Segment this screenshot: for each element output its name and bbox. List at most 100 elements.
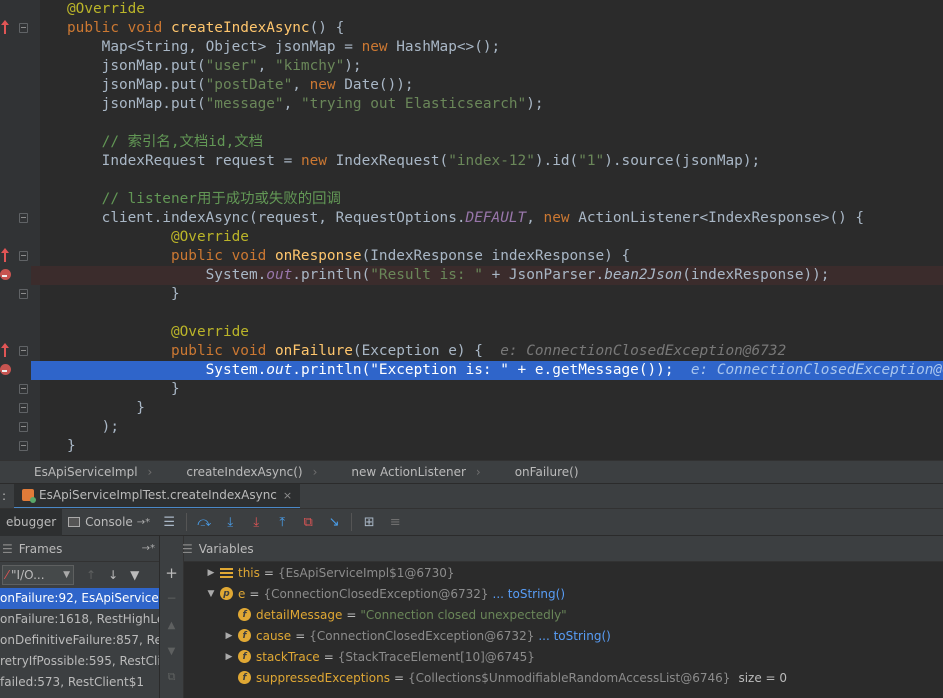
variable-row[interactable]: f detailMessage = "Connection closed unexpe… — [184, 604, 943, 625]
copy-icon[interactable]: ⧉ — [160, 664, 183, 690]
code-line[interactable]: jsonMap.put("user", "kimchy"); — [31, 57, 943, 76]
breadcrumb-current-method[interactable]: onFailure() — [481, 465, 589, 479]
variable-row[interactable]: ▶ this = {EsApiServiceImpl$1@6730} — [184, 562, 943, 583]
run-to-cursor-icon[interactable]: ↘ — [321, 509, 347, 536]
code-line[interactable]: ); — [31, 418, 943, 437]
code-line[interactable]: jsonMap.put("message", "trying out Elast… — [31, 95, 943, 114]
code-line[interactable]: public void onResponse(IndexResponse ind… — [31, 247, 943, 266]
frame-item[interactable]: retryIfPossible:595, RestClie — [0, 651, 159, 672]
close-icon[interactable]: × — [283, 489, 292, 502]
equals-sign: = — [249, 586, 260, 601]
code-line[interactable]: IndexRequest request = new IndexRequest(… — [31, 152, 943, 171]
fold-icon[interactable] — [19, 346, 28, 356]
code-token: + JsonParser. — [482, 267, 605, 283]
variable-row[interactable]: f suppressedExceptions = {Collections$Unmod… — [184, 667, 943, 688]
variable-name: e — [238, 586, 246, 601]
breadcrumb-anonymous-class[interactable]: new ActionListener — [317, 465, 475, 479]
code-line[interactable] — [31, 114, 943, 133]
remove-watch-icon[interactable]: − — [160, 584, 183, 612]
code-token: DEFAULT — [465, 210, 527, 226]
evaluate-expression-icon[interactable]: ⊞ — [356, 509, 382, 536]
code-token: .println( — [292, 362, 371, 378]
code-line[interactable]: System.out.println("Exception is: " + e.… — [31, 361, 943, 380]
variable-row[interactable]: ▶ f stackTrace = {StackTraceElement[10]@6745… — [184, 646, 943, 667]
code-area[interactable]: @Override public void createIndexAsync() … — [31, 0, 943, 460]
add-watch-icon[interactable]: + — [160, 562, 183, 584]
pin-icon[interactable]: →* — [137, 517, 150, 528]
code-token: "kimchy" — [274, 58, 345, 74]
code-editor[interactable]: @Override public void createIndexAsync() … — [0, 0, 943, 460]
expand-icon[interactable]: ▶ — [224, 631, 234, 641]
force-step-into-icon[interactable]: ⤓ — [243, 509, 269, 536]
tostring-link[interactable]: ... toString() — [489, 587, 565, 601]
drop-frame-icon[interactable]: ⧉ — [295, 509, 321, 536]
code-token: (Exception e) { — [352, 343, 501, 359]
breakpoint-icon[interactable] — [0, 269, 11, 280]
move-up-icon[interactable]: ▲ — [160, 612, 183, 638]
frame-item[interactable]: onFailure:92, EsApiServiceImpl — [0, 588, 159, 609]
code-line[interactable]: } — [31, 437, 943, 456]
junit-test-icon — [22, 489, 37, 503]
code-line[interactable] — [31, 171, 943, 190]
move-down-icon[interactable]: ▼ — [160, 638, 183, 664]
frame-item[interactable]: onFailure:1618, RestHighLev — [0, 609, 159, 630]
code-line[interactable]: System.out.println("Result is: " + JsonP… — [31, 266, 943, 285]
code-line[interactable]: public void onFailure(Exception e) { e: … — [31, 342, 943, 361]
fold-icon[interactable] — [19, 422, 28, 432]
fold-icon[interactable] — [19, 213, 28, 223]
variable-value: "Connection closed unexpectedly" — [360, 607, 567, 622]
step-out-icon[interactable]: ⤒ — [269, 509, 295, 536]
variable-size: size = 0 — [738, 670, 788, 685]
frame-item[interactable]: onDefinitiveFailure:857, Res — [0, 630, 159, 651]
code-token: new — [300, 153, 336, 169]
step-into-icon[interactable]: ⤓ — [217, 509, 243, 536]
equals-sign: = — [323, 649, 334, 664]
code-line[interactable]: // 索引名,文档id,文档 — [31, 133, 943, 152]
frame-item[interactable]: failed:573, RestClient$1 — [0, 672, 159, 693]
tab-debugger[interactable]: ebugger — [0, 508, 63, 536]
frame-class: RestClie — [119, 654, 159, 668]
trace-current-stream-icon[interactable]: ≡ — [382, 509, 408, 536]
variable-value: {ConnectionClosedException@6732} — [309, 628, 535, 643]
fold-icon[interactable] — [19, 403, 28, 413]
expand-icon[interactable]: ▶ — [224, 652, 234, 662]
fold-icon[interactable] — [19, 251, 28, 261]
thread-combobox[interactable]: ⁄ "I/O... ▼ — [2, 565, 74, 585]
code-line[interactable]: @Override — [31, 0, 943, 19]
breadcrumb-method[interactable]: createIndexAsync() — [152, 465, 312, 479]
code-token: createIndexAsync — [170, 20, 310, 36]
code-line[interactable]: public void createIndexAsync() { — [31, 19, 943, 38]
code-line[interactable] — [31, 304, 943, 323]
fold-icon[interactable] — [19, 289, 28, 299]
code-line[interactable]: @Override — [31, 323, 943, 342]
step-over-icon[interactable]: ⤼ — [191, 509, 217, 536]
code-line[interactable]: @Override — [31, 228, 943, 247]
previous-frame-icon[interactable]: ↑ — [86, 568, 96, 582]
code-line[interactable]: client.indexAsync(request, RequestOption… — [31, 209, 943, 228]
collapse-icon[interactable]: ▼ — [206, 589, 216, 599]
fold-icon[interactable] — [19, 23, 28, 33]
show-execution-point-icon[interactable]: ☰ — [156, 509, 182, 536]
variable-row[interactable]: ▶ f cause = {ConnectionClosedException@6732}… — [184, 625, 943, 646]
code-line[interactable]: Map<String, Object> jsonMap = new HashMa… — [31, 38, 943, 57]
run-config-tab[interactable]: EsApiServiceImplTest.createIndexAsync × — [14, 483, 301, 509]
code-line[interactable]: } — [31, 399, 943, 418]
breakpoint-icon[interactable] — [0, 364, 11, 375]
equals-sign: = — [346, 607, 357, 622]
code-token: @Override — [67, 1, 145, 17]
fold-icon[interactable] — [19, 441, 28, 451]
breadcrumb-class[interactable]: EsApiServiceImpl — [0, 465, 148, 479]
code-line[interactable]: jsonMap.put("postDate", new Date()); — [31, 76, 943, 95]
code-line[interactable]: // listener用于成功或失败的回调 — [31, 190, 943, 209]
fold-icon[interactable] — [19, 384, 28, 394]
tab-console[interactable]: Console →* — [62, 509, 156, 536]
expand-icon[interactable]: ▶ — [206, 568, 216, 578]
code-line[interactable]: } — [31, 285, 943, 304]
tostring-link[interactable]: ... toString() — [534, 629, 610, 643]
next-frame-icon[interactable]: ↓ — [108, 568, 118, 582]
filter-icon[interactable]: ▼ — [130, 568, 139, 582]
pin-icon[interactable]: →* — [142, 543, 155, 554]
code-line[interactable]: } — [31, 380, 943, 399]
variable-row[interactable]: ▼ p e = {ConnectionClosedException@6732}... … — [184, 583, 943, 604]
code-token: // 索引名,文档id,文档 — [67, 134, 264, 150]
